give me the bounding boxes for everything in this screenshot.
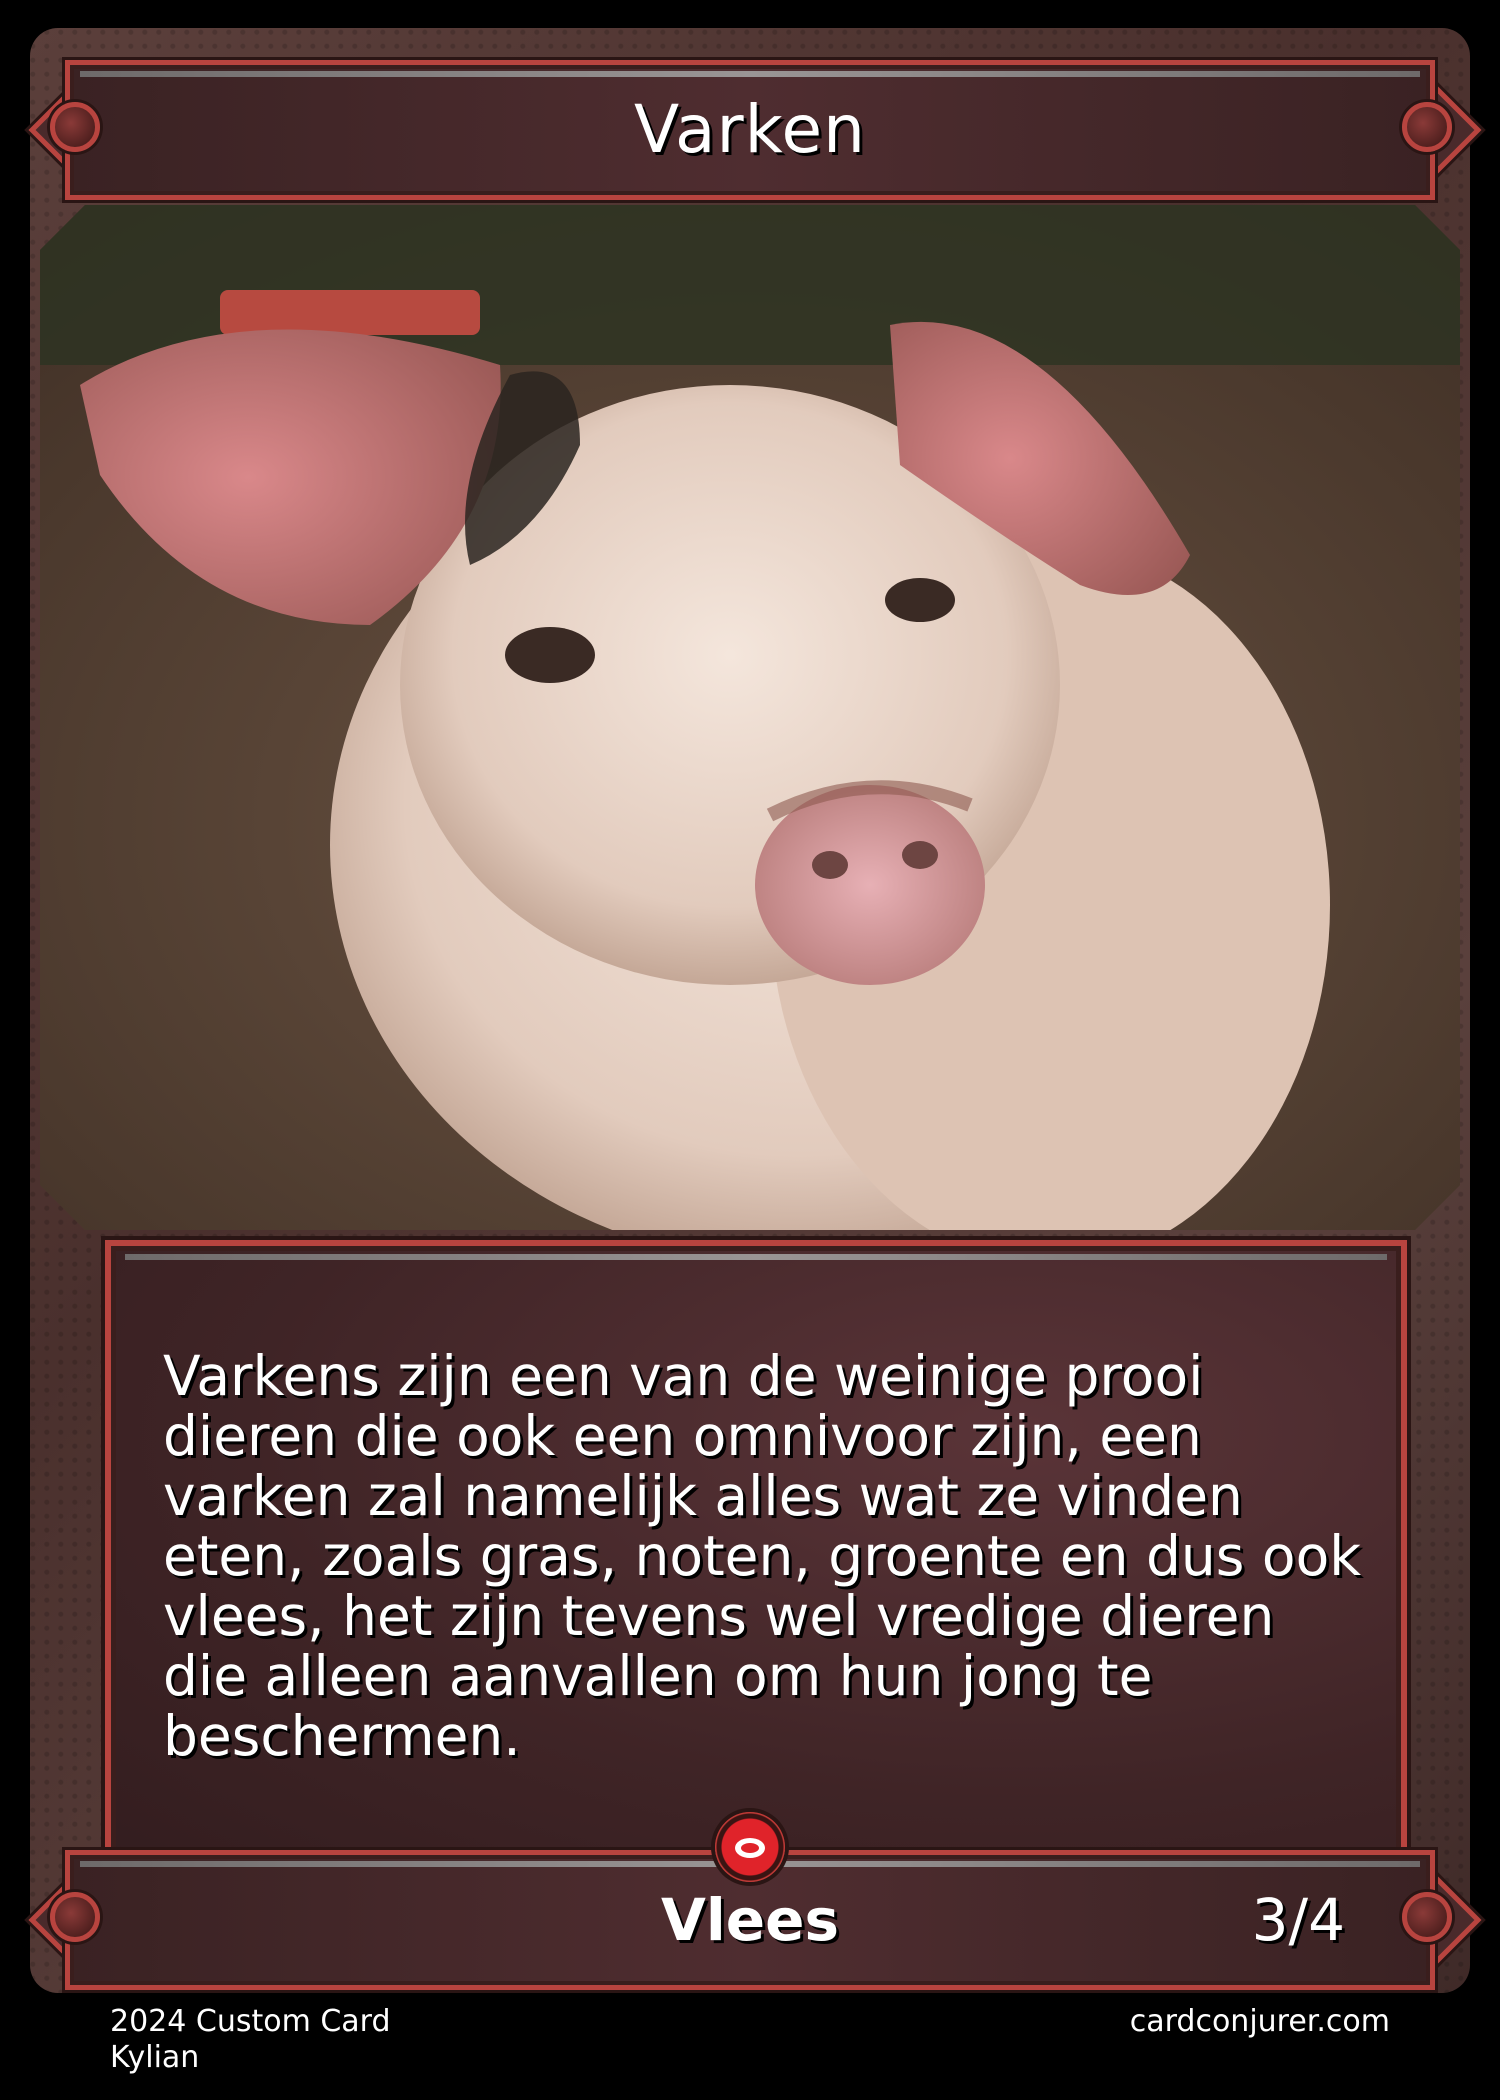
credit-left: 2024 Custom Card Kylian xyxy=(110,2004,391,2076)
title-bar: Varken xyxy=(65,60,1435,200)
card-art xyxy=(40,205,1460,1230)
title-right-gem-icon xyxy=(1402,102,1452,152)
card: Varken Varkens zijn een van de weinige p… xyxy=(0,0,1500,2100)
type-right-gem-icon xyxy=(1402,1892,1452,1942)
type-left-gem-icon xyxy=(50,1892,100,1942)
text-box: Varkens zijn een van de weinige prooi di… xyxy=(105,1240,1407,1872)
card-name: Varken xyxy=(634,91,866,168)
meat-icon xyxy=(715,1812,785,1882)
credit-artist: Kylian xyxy=(110,2040,200,2075)
power-toughness: 3/4 xyxy=(1251,1886,1345,1954)
flavor-text: Varkens zijn een van de weinige prooi di… xyxy=(163,1344,1362,1768)
pig-illustration xyxy=(40,205,1460,1230)
title-left-gem-icon xyxy=(50,102,100,152)
credit-year: 2024 Custom Card xyxy=(110,2004,391,2039)
credit-site: cardconjurer.com xyxy=(1129,2004,1390,2039)
